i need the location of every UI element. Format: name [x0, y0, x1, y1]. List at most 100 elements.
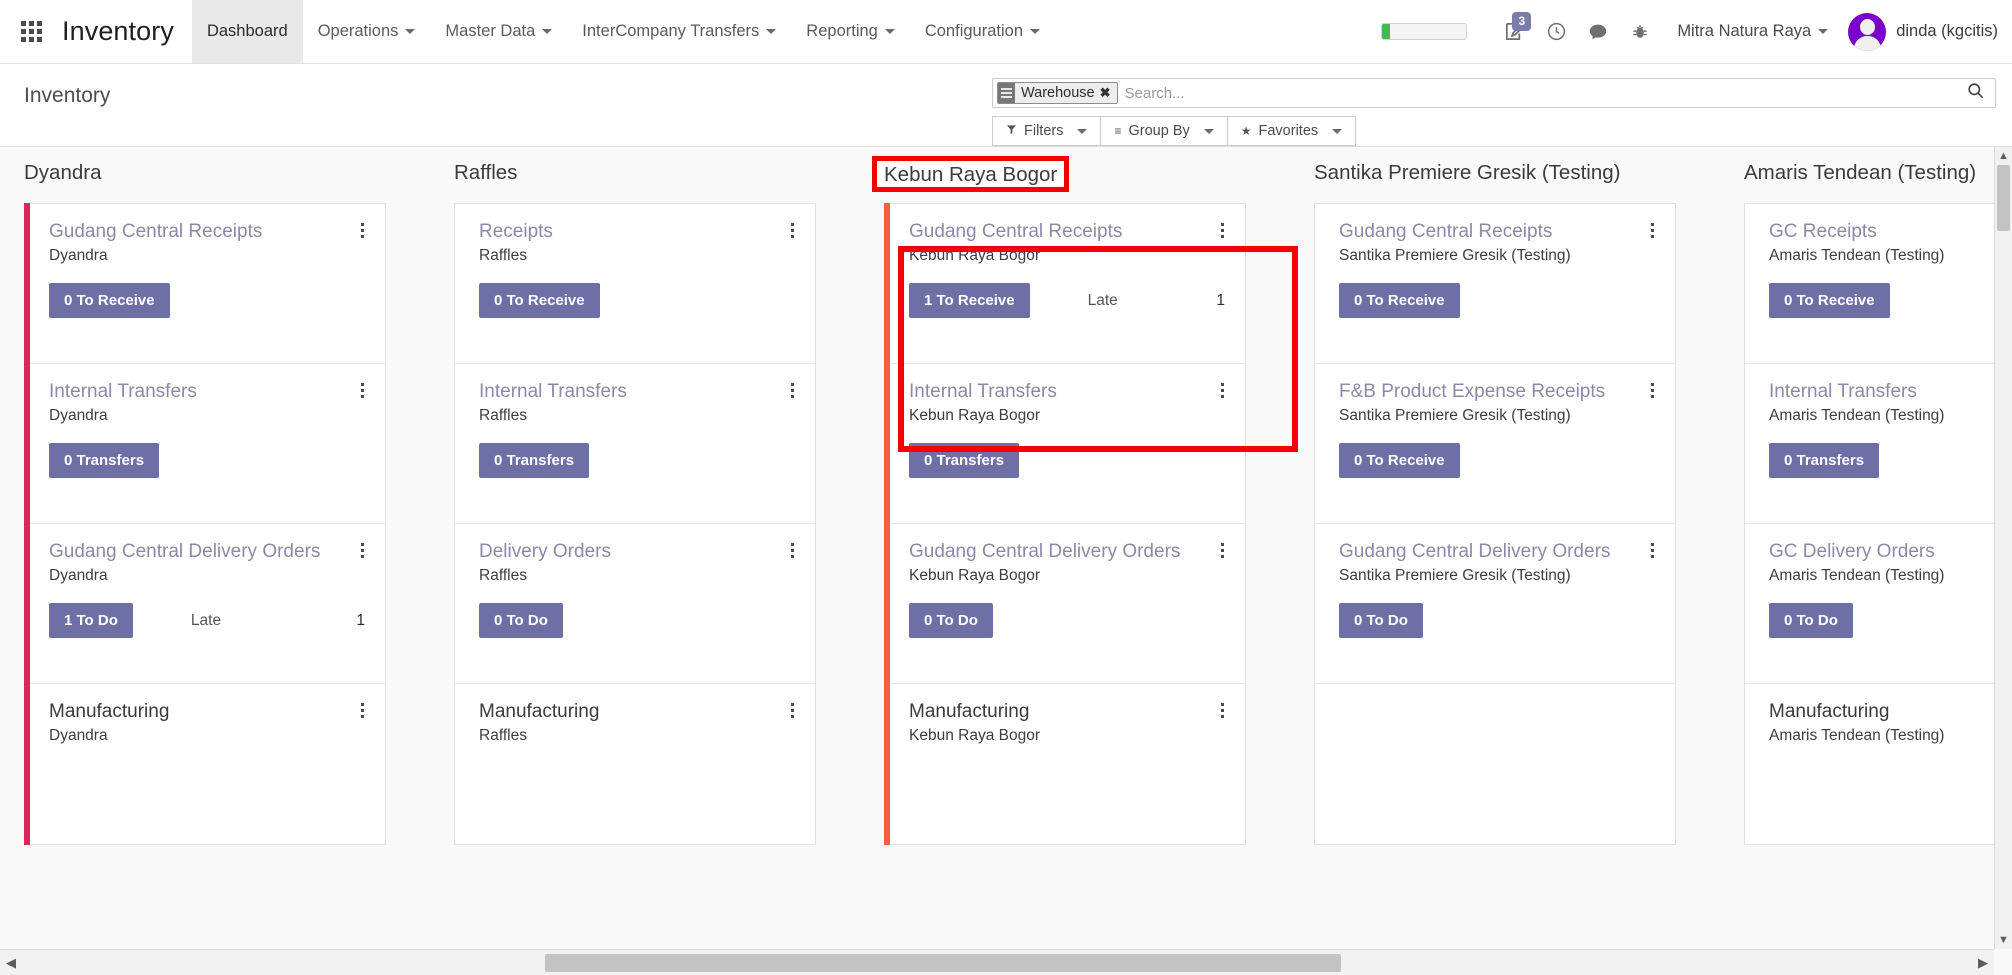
search-box[interactable]: Warehouse ✖ [992, 78, 1996, 108]
search-facet-warehouse[interactable]: Warehouse ✖ [997, 82, 1118, 104]
kanban-card-title[interactable]: Internal Transfers [1769, 380, 2012, 404]
recent-activity-button[interactable] [1535, 10, 1577, 54]
kanban-card[interactable]: Gudang Central Receipts Dyandra 0 To Recei… [25, 204, 385, 364]
kanban-card[interactable]: F&B Product Expense Receipts Santika Prem… [1315, 364, 1675, 524]
kanban-card-title[interactable]: Internal Transfers [49, 380, 367, 404]
apps-menu-button[interactable] [0, 0, 62, 63]
search-input[interactable] [1117, 84, 1966, 102]
kanban-card[interactable]: Internal Transfers Amaris Tendean (Testin… [1745, 364, 2012, 524]
kanban-card[interactable]: Gudang Central Receipts Santika Premiere … [1315, 204, 1675, 364]
menu-item-dashboard[interactable]: Dashboard [191, 0, 303, 63]
kanban-card-title[interactable]: Gudang Central Delivery Orders [909, 540, 1227, 564]
kanban-card[interactable]: Receipts Raffles 0 To Receive [455, 204, 815, 364]
kanban-card-title[interactable]: GC Receipts [1769, 220, 2012, 244]
card-menu-icon[interactable] [785, 700, 799, 720]
app-brand-title[interactable]: Inventory [62, 0, 192, 63]
kanban-card-title[interactable]: Receipts [479, 220, 797, 244]
kanban-card[interactable]: GC Receipts Amaris Tendean (Testing) 0 To … [1745, 204, 2012, 364]
kanban-card-action-button[interactable]: 0 To Do [909, 603, 993, 639]
debug-button[interactable] [1619, 10, 1661, 54]
kanban-card-action-button[interactable]: 0 To Receive [479, 283, 600, 319]
card-menu-icon[interactable] [785, 540, 799, 560]
kanban-card-title[interactable]: Gudang Central Receipts [909, 220, 1227, 244]
kanban-card[interactable]: Gudang Central Receipts Kebun Raya Bogor 1… [885, 204, 1245, 364]
kanban-card-action-button[interactable]: 0 To Receive [1339, 283, 1460, 319]
horizontal-scrollbar-track[interactable] [22, 951, 1972, 975]
scroll-down-arrow-icon[interactable]: ▼ [1995, 931, 2012, 949]
kanban-card-title[interactable]: Manufacturing [909, 700, 1227, 724]
card-menu-icon[interactable] [785, 380, 799, 400]
kanban-card-title[interactable]: Gudang Central Delivery Orders [1339, 540, 1657, 564]
kanban-card[interactable]: Internal Transfers Kebun Raya Bogor 0 Tran… [885, 364, 1245, 524]
card-menu-icon[interactable] [785, 220, 799, 240]
kanban-card-title[interactable]: Gudang Central Receipts [1339, 220, 1657, 244]
kanban-card-action-button[interactable]: 0 Transfers [1769, 443, 1880, 479]
card-menu-icon[interactable] [1645, 220, 1659, 240]
vertical-scrollbar-thumb[interactable] [1997, 165, 2010, 231]
kanban-card-title[interactable]: Manufacturing [479, 700, 797, 724]
kanban-card[interactable]: Manufacturing Raffles [455, 684, 815, 844]
kanban-card[interactable]: Gudang Central Delivery Orders Santika Pr… [1315, 524, 1675, 684]
kanban-card[interactable]: Internal Transfers Dyandra 0 Transfers [25, 364, 385, 524]
kanban-card[interactable]: Manufacturing Kebun Raya Bogor [885, 684, 1245, 844]
activity-note-button[interactable]: 3 [1493, 10, 1535, 54]
kanban-card-title[interactable]: GC Delivery Orders [1769, 540, 2012, 564]
user-menu[interactable]: dinda (kgcitis) [1838, 12, 1998, 51]
kanban-card-title[interactable]: Manufacturing [49, 700, 367, 724]
filters-button[interactable]: Filters [992, 116, 1102, 146]
card-menu-icon[interactable] [355, 220, 369, 240]
kanban-card-action-button[interactable]: 0 To Do [1769, 603, 1853, 639]
favorites-button[interactable]: ★ Favorites [1226, 116, 1357, 146]
scroll-left-arrow-icon[interactable]: ◀ [0, 955, 22, 971]
kanban-card-action-button[interactable]: 0 To Do [1339, 603, 1423, 639]
vertical-scrollbar[interactable]: ▲ ▼ [1994, 147, 2012, 949]
late-label[interactable]: Late [191, 612, 221, 630]
card-menu-icon[interactable] [1215, 540, 1229, 560]
kanban-card[interactable]: Internal Transfers Raffles 0 Transfers [455, 364, 815, 524]
kanban-card-title[interactable]: Gudang Central Receipts [49, 220, 367, 244]
kanban-card[interactable]: Gudang Central Delivery Orders Dyandra 1 T… [25, 524, 385, 684]
card-menu-icon[interactable] [1645, 380, 1659, 400]
kanban-card[interactable]: Gudang Central Delivery Orders Kebun Raya… [885, 524, 1245, 684]
kanban-card-title[interactable]: Delivery Orders [479, 540, 797, 564]
kanban-card[interactable]: Manufacturing Dyandra [25, 684, 385, 844]
kanban-card-action-button[interactable]: 0 Transfers [49, 443, 160, 479]
search-icon[interactable] [1966, 81, 1989, 105]
menu-item-intercompany-transfers[interactable]: InterCompany Transfers [567, 0, 791, 63]
menu-item-master-data[interactable]: Master Data [430, 0, 567, 63]
messages-button[interactable] [1577, 10, 1619, 54]
card-menu-icon[interactable] [1215, 220, 1229, 240]
kanban-card-title[interactable]: Gudang Central Delivery Orders [49, 540, 367, 564]
horizontal-scrollbar[interactable]: ◀ ▶ [0, 949, 1994, 975]
kanban-card-title[interactable]: Manufacturing [1769, 700, 2012, 724]
card-menu-icon[interactable] [355, 540, 369, 560]
card-menu-icon[interactable] [355, 380, 369, 400]
kanban-card-action-button[interactable]: 1 To Receive [909, 283, 1030, 319]
late-label[interactable]: Late [1088, 292, 1118, 310]
kanban-card-action-button[interactable]: 0 To Receive [1339, 443, 1460, 479]
menu-item-operations[interactable]: Operations [303, 0, 431, 63]
horizontal-scrollbar-thumb[interactable] [545, 954, 1341, 972]
card-menu-icon[interactable] [1215, 700, 1229, 720]
company-switcher[interactable]: Mitra Natura Raya [1661, 22, 1838, 41]
scroll-right-arrow-icon[interactable]: ▶ [1972, 955, 1994, 971]
kanban-card[interactable]: Manufacturing Amaris Tendean (Testing) [1745, 684, 2012, 844]
close-icon[interactable]: ✖ [1100, 85, 1117, 101]
kanban-card-action-button[interactable]: 0 To Do [479, 603, 563, 639]
menu-item-reporting[interactable]: Reporting [791, 0, 910, 63]
kanban-card-action-button[interactable]: 1 To Do [49, 603, 133, 639]
breadcrumb[interactable]: Inventory [24, 78, 110, 108]
scroll-up-arrow-icon[interactable]: ▲ [1995, 147, 2012, 165]
kanban-card-title[interactable]: F&B Product Expense Receipts [1339, 380, 1657, 404]
kanban-card-action-button[interactable]: 0 To Receive [1769, 283, 1890, 319]
kanban-card-action-button[interactable]: 0 Transfers [909, 443, 1020, 479]
kanban-card-title[interactable]: Internal Transfers [909, 380, 1227, 404]
menu-item-configuration[interactable]: Configuration [910, 0, 1055, 63]
card-menu-icon[interactable] [355, 700, 369, 720]
kanban-card-action-button[interactable]: 0 To Receive [49, 283, 170, 319]
card-menu-icon[interactable] [1215, 380, 1229, 400]
kanban-card-title[interactable]: Internal Transfers [479, 380, 797, 404]
group-by-button[interactable]: ≡ Group By [1100, 116, 1228, 146]
kanban-card[interactable]: Delivery Orders Raffles 0 To Do [455, 524, 815, 684]
kanban-card[interactable]: GC Delivery Orders Amaris Tendean (Testin… [1745, 524, 2012, 684]
